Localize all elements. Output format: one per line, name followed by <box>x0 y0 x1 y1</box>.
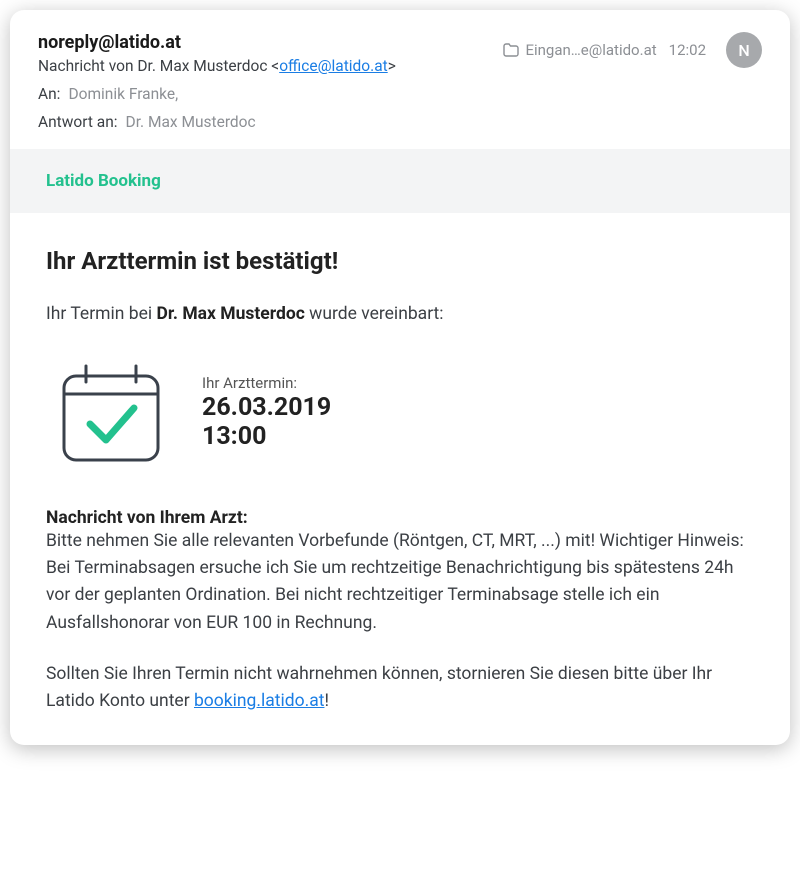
folder-indicator: Eingan…e@latido.at <box>503 41 656 59</box>
cancel-after: ! <box>324 691 329 711</box>
appointment-block: Ihr Arzttermin: 26.03.2019 13:00 <box>56 358 754 468</box>
booking-link[interactable]: booking.latido.at <box>194 691 324 711</box>
folder-name: Eingan…e@latido.at <box>525 41 656 59</box>
appointment-label: Ihr Arzttermin: <box>202 374 331 392</box>
to-label: An: <box>38 85 60 103</box>
to-value: Dominik Franke, <box>68 85 178 103</box>
intro-doctor-name: Dr. Max Musterdoc <box>156 304 304 324</box>
cancel-paragraph: Sollten Sie Ihren Termin nicht wahrnehme… <box>46 661 754 715</box>
reply-to-label: Antwort an: <box>38 113 118 131</box>
to-row: An: Dominik Franke, <box>38 85 762 103</box>
email-body: Ihr Arzttermin ist bestätigt! Ihr Termin… <box>10 213 790 745</box>
intro-text: Ihr Termin bei Dr. Max Musterdoc wurde v… <box>46 301 754 328</box>
intro-before: Ihr Termin bei <box>46 304 156 324</box>
reply-to-row: Antwort an: Dr. Max Musterdoc <box>38 113 762 131</box>
doctor-message-body: Bitte nehmen Sie alle relevanten Vorbefu… <box>46 528 754 637</box>
body-title: Ihr Arzttermin ist bestätigt! <box>46 247 754 275</box>
brand-bar: Latido Booking <box>10 149 790 213</box>
email-card: noreply@latido.at Nachricht von Dr. Max … <box>10 10 790 745</box>
calendar-check-icon <box>56 358 166 468</box>
header-meta: Eingan…e@latido.at 12:02 N <box>503 32 762 68</box>
email-time: 12:02 <box>669 41 706 59</box>
appointment-date: 26.03.2019 <box>202 394 331 423</box>
appointment-text: Ihr Arzttermin: 26.03.2019 13:00 <box>202 374 331 452</box>
reply-to-value: Dr. Max Musterdoc <box>126 113 256 131</box>
email-header: noreply@latido.at Nachricht von Dr. Max … <box>10 10 790 149</box>
cancel-before: Sollten Sie Ihren Termin nicht wahrnehme… <box>46 664 712 711</box>
doctor-message-label: Nachricht von Ihrem Arzt: <box>46 508 754 528</box>
subject-email-link[interactable]: office@latido.at <box>279 57 388 75</box>
folder-icon <box>503 43 519 57</box>
intro-after: wurde vereinbart: <box>305 304 444 324</box>
subject-prefix: Nachricht von Dr. Max Musterdoc < <box>38 57 279 75</box>
subject-line: Nachricht von Dr. Max Musterdoc <office@… <box>38 57 503 75</box>
avatar[interactable]: N <box>726 32 762 68</box>
subject-suffix: > <box>388 57 396 75</box>
appointment-time: 13:00 <box>202 423 331 452</box>
sender-address: noreply@latido.at <box>38 32 503 53</box>
